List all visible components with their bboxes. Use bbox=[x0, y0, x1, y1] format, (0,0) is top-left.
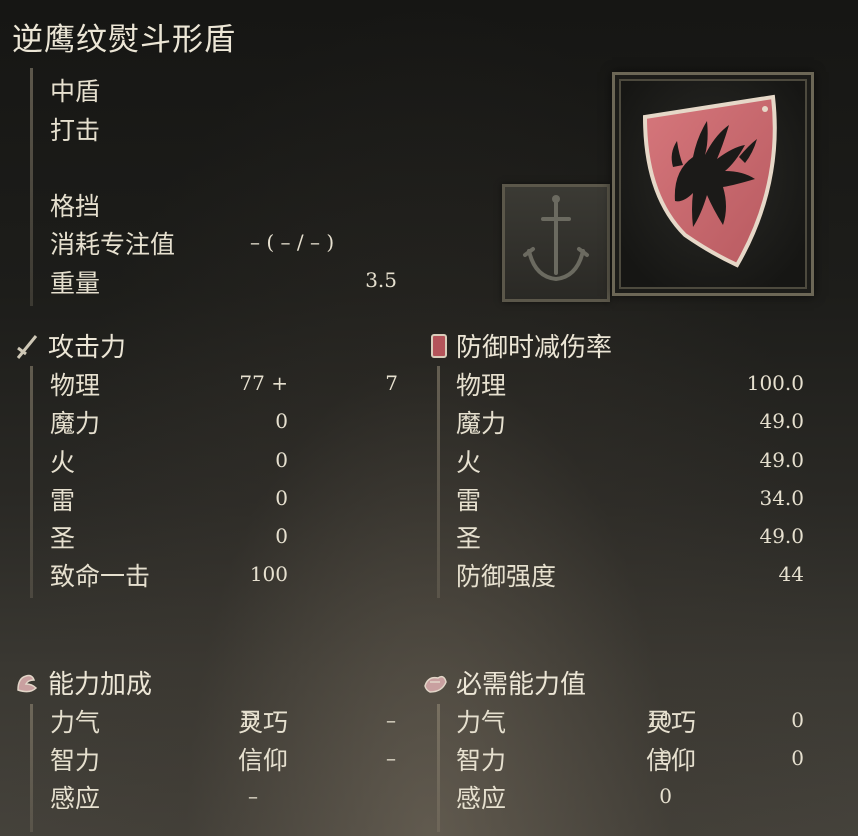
attack-divider bbox=[30, 366, 33, 598]
item-attack-type: 打击 bbox=[50, 116, 101, 145]
requirements-value: 0 bbox=[659, 784, 672, 808]
attack-stat-label: 雷 bbox=[50, 486, 76, 515]
scaling-value: – bbox=[248, 784, 258, 808]
hand-icon bbox=[424, 675, 447, 693]
attack-stat-label: 魔力 bbox=[50, 409, 101, 438]
attack-stat-label: 物理 bbox=[50, 371, 101, 400]
attack-stat-value: 100 bbox=[249, 562, 288, 586]
guard-stat-label: 防御强度 bbox=[456, 562, 557, 591]
attack-header: 攻击力 bbox=[48, 333, 127, 363]
scaling-label: 力气 bbox=[50, 708, 101, 737]
eagle-crest-shield-icon bbox=[642, 94, 777, 268]
shield-image-frame bbox=[612, 72, 814, 296]
info-divider bbox=[30, 68, 33, 306]
guard-stat-label: 物理 bbox=[456, 371, 507, 400]
scaling-label: 智力 bbox=[50, 746, 101, 775]
requirements-label: 信仰 bbox=[646, 746, 697, 775]
scaling-label: 灵巧 bbox=[238, 708, 289, 737]
guard-header: 防御时减伤率 bbox=[456, 333, 613, 363]
guard-stat-label: 圣 bbox=[456, 524, 482, 553]
fp-cost-label: 消耗专注值 bbox=[50, 230, 176, 259]
requirements-header: 必需能力值 bbox=[456, 670, 587, 700]
flexed-arm-icon bbox=[17, 674, 38, 693]
requirements-label: 智力 bbox=[456, 746, 507, 775]
guard-stat-label: 雷 bbox=[456, 486, 482, 515]
guard-stat-value: 49.0 bbox=[759, 524, 804, 548]
scaling-value: – bbox=[386, 708, 396, 732]
ash-of-war-frame bbox=[502, 184, 610, 302]
item-category: 中盾 bbox=[50, 77, 101, 106]
attack-stat-value: 0 bbox=[275, 486, 288, 510]
requirements-label: 灵巧 bbox=[646, 708, 697, 737]
scaling-value: – bbox=[248, 746, 258, 770]
requirements-label: 力气 bbox=[456, 708, 507, 737]
scaling-value: D bbox=[241, 708, 258, 732]
requirements-value: 0 bbox=[791, 746, 804, 770]
guard-stat-label: 火 bbox=[456, 448, 482, 477]
item-name: 逆鹰纹熨斗形盾 bbox=[12, 22, 236, 58]
attack-stat-value: 77 + bbox=[239, 371, 288, 395]
requirements-divider bbox=[437, 704, 440, 832]
attack-stat-value: 0 bbox=[275, 448, 288, 472]
scaling-label: 信仰 bbox=[238, 746, 289, 775]
attack-stat-label: 致命一击 bbox=[50, 562, 151, 591]
guard-stat-value: 34.0 bbox=[759, 486, 804, 510]
guard-stat-label: 魔力 bbox=[456, 409, 507, 438]
attack-stat-value: 0 bbox=[275, 524, 288, 548]
fp-cost-value: – ( – / – ) bbox=[250, 230, 335, 254]
scaling-header: 能力加成 bbox=[48, 670, 153, 700]
requirements-label: 感应 bbox=[456, 784, 507, 813]
guard-stat-value: 49.0 bbox=[759, 448, 804, 472]
scaling-divider bbox=[30, 704, 33, 832]
guard-stat-value: 49.0 bbox=[759, 409, 804, 433]
sword-icon bbox=[16, 335, 38, 359]
attack-stat-bonus: 7 bbox=[385, 371, 398, 395]
item-skill: 格挡 bbox=[50, 192, 101, 221]
guard-divider bbox=[437, 366, 440, 598]
sword-anchor-icon bbox=[523, 195, 589, 282]
attack-stat-value: 0 bbox=[275, 409, 288, 433]
attack-stat-label: 圣 bbox=[50, 524, 76, 553]
attack-stat-label: 火 bbox=[50, 448, 76, 477]
weight-label: 重量 bbox=[50, 269, 101, 298]
scaling-value: – bbox=[386, 746, 396, 770]
requirements-value: 0 bbox=[791, 708, 804, 732]
scaling-label: 感应 bbox=[50, 784, 101, 813]
shield-badge-icon bbox=[431, 334, 447, 358]
guard-stat-value: 100.0 bbox=[746, 371, 804, 395]
guard-stat-value: 44 bbox=[778, 562, 804, 586]
weight-value: 3.5 bbox=[365, 268, 397, 292]
